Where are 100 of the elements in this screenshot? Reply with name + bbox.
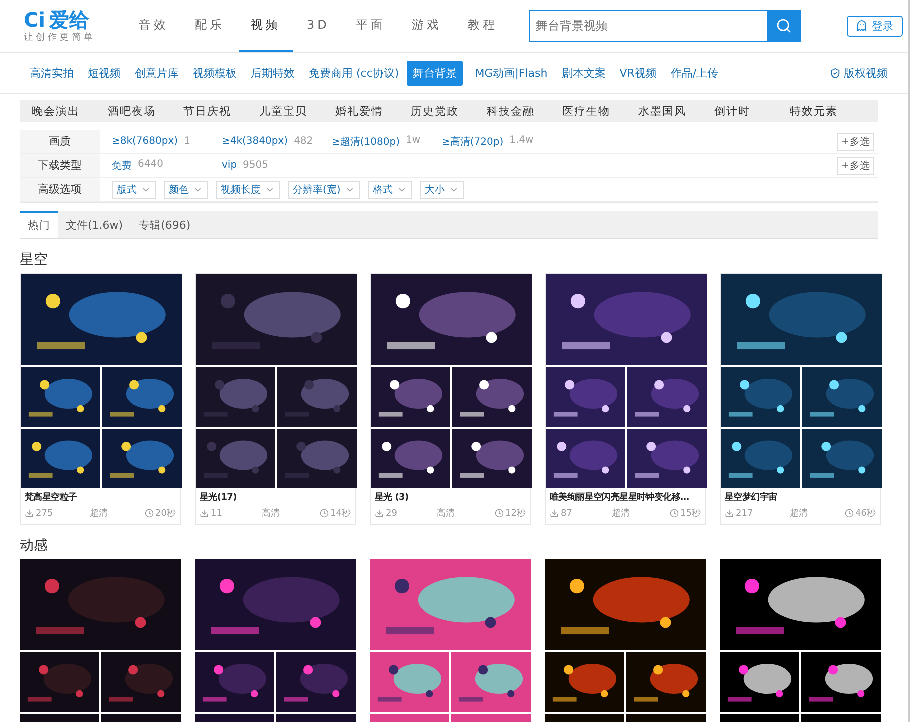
result-tab[interactable]: 文件(1.6w) <box>58 211 132 238</box>
category-link[interactable]: 晚会演出 <box>32 104 108 118</box>
logo-mark[interactable]: Ci <box>24 8 46 30</box>
plus-icon <box>841 161 850 170</box>
card-title: 唯美绚丽星空闪亮星星时钟变化移… <box>549 491 690 504</box>
quality-label: 超清 <box>790 508 808 520</box>
option-count: 1w <box>406 134 421 148</box>
multi-select-button[interactable]: 多选 <box>837 156 874 174</box>
quality-label: 超清 <box>612 508 630 520</box>
download-icon <box>550 509 559 518</box>
category-tab[interactable]: 舞台背景 <box>407 60 464 86</box>
category-link[interactable]: 水墨国风 <box>638 104 714 118</box>
download-count: 87 <box>550 508 572 518</box>
slogan: 让创作更简单 <box>24 32 96 44</box>
duration: 46秒 <box>844 507 876 520</box>
download-icon <box>200 509 209 518</box>
video-card[interactable]: 唯美绚丽星空闪亮星星时钟变化移… 87 超清 15秒 <box>545 273 706 525</box>
download-count: 217 <box>725 508 754 518</box>
clock-icon <box>320 509 329 518</box>
card-title: 星光 (3) <box>374 491 410 504</box>
filter-option[interactable]: ≥超清(1080p) <box>332 134 400 148</box>
ghost-icon <box>856 20 868 32</box>
category-tab[interactable]: MG动画|Flash <box>469 60 554 86</box>
video-card[interactable]: 星空梦幻宇宙 217 超清 46秒 <box>720 273 881 525</box>
quality-label: 超清 <box>90 508 108 520</box>
download-icon <box>25 509 34 518</box>
option-count: 6440 <box>138 158 164 172</box>
duration: 20秒 <box>144 507 176 520</box>
filter-dropdown[interactable]: 分辨率(宽) <box>288 180 360 198</box>
category-link[interactable]: 婚礼爱情 <box>335 104 412 118</box>
category-tab[interactable]: 免费商用 (cc协议) <box>303 60 406 86</box>
category-link[interactable]: 节日庆祝 <box>184 104 260 118</box>
search-button[interactable] <box>766 10 801 42</box>
nav-tab[interactable]: 视频 <box>239 0 293 52</box>
filter-option[interactable]: ≥高清(720p) <box>442 134 504 148</box>
clock-icon <box>670 509 679 518</box>
category-tab[interactable]: 创意片库 <box>129 60 185 86</box>
option-count: 1 <box>184 136 190 147</box>
category-tab[interactable]: 高清实拍 <box>24 60 80 86</box>
category-tab[interactable]: 作品/上传 <box>664 60 725 86</box>
multi-select-button[interactable]: 多选 <box>837 132 874 150</box>
nav-tab[interactable]: 平面 <box>344 0 398 52</box>
download-icon <box>725 509 734 518</box>
result-tab[interactable]: 专辑(696) <box>131 211 199 238</box>
card-title: 星光(17) <box>199 491 238 504</box>
quality-label: 高清 <box>262 508 280 520</box>
filter-option[interactable]: ≥8k(7680px) <box>112 136 178 147</box>
category-tab[interactable]: 视频模板 <box>187 60 243 86</box>
plus-icon <box>841 137 850 146</box>
filter-dropdown[interactable]: 颜色 <box>164 180 208 198</box>
category-link[interactable]: 医疗生物 <box>562 104 638 118</box>
video-card[interactable]: 梵高星空粒子 275 超清 20秒 <box>20 273 181 525</box>
nav-tab[interactable]: 音效 <box>127 0 181 52</box>
category-link[interactable]: 儿童宝贝 <box>259 104 336 118</box>
nav-tab[interactable]: 教程 <box>456 0 510 52</box>
download-count: 275 <box>25 508 54 518</box>
duration: 15秒 <box>670 507 701 520</box>
download-count: 11 <box>200 508 222 518</box>
nav-tab[interactable]: 配乐 <box>183 0 237 52</box>
filter-label: 画质 <box>20 130 100 153</box>
duration: 14秒 <box>320 507 351 520</box>
clock-icon <box>844 509 854 518</box>
filter-option[interactable]: vip <box>222 160 238 171</box>
category-tab[interactable]: 后期特效 <box>245 60 301 86</box>
category-link[interactable]: 酒吧夜场 <box>108 104 184 118</box>
filter-dropdown[interactable]: 版式 <box>112 180 156 198</box>
clock-icon <box>494 509 504 518</box>
clock-icon <box>144 509 154 518</box>
result-tab[interactable]: 热门 <box>20 211 58 238</box>
category-tab[interactable]: VR视频 <box>614 60 663 86</box>
category-link[interactable]: 倒计时 <box>714 104 790 118</box>
category-tab[interactable]: 短视频 <box>82 60 127 86</box>
logo-name[interactable]: 爱给 <box>50 8 90 30</box>
nav-tab[interactable]: 游戏 <box>400 0 454 52</box>
filter-option[interactable]: 免费 <box>112 158 132 172</box>
video-card[interactable]: 星光(17) 11 高清 14秒 <box>195 273 356 525</box>
card-title: 星空梦幻宇宙 <box>724 491 778 504</box>
category-tab[interactable]: 剧本文案 <box>556 60 612 86</box>
search-field[interactable]: 舞台背景视频 <box>528 10 767 42</box>
filter-option[interactable]: ≥4k(3840px) <box>222 136 288 147</box>
category-link[interactable]: 科技金融 <box>486 104 563 118</box>
filter-dropdown[interactable]: 大小 <box>420 180 464 198</box>
section-title: 星空 <box>20 251 49 269</box>
filter-label: 下载类型 <box>20 154 100 177</box>
video-card[interactable]: 星光 (3) 29 高清 12秒 <box>370 273 531 525</box>
shield-icon <box>830 68 841 78</box>
search-icon <box>776 18 792 34</box>
nav-tab[interactable]: 3D <box>295 0 342 52</box>
duration: 12秒 <box>494 507 526 520</box>
category-link[interactable]: 特效元素 <box>790 104 866 118</box>
filter-dropdown[interactable]: 格式 <box>368 180 412 198</box>
option-count: 1.4w <box>510 134 534 148</box>
quality-label: 高清 <box>437 508 455 520</box>
login-button[interactable]: 登录 <box>846 16 903 36</box>
copyright-link[interactable]: 版权视频 <box>830 66 888 80</box>
option-count: 9505 <box>243 160 268 171</box>
card-title: 梵高星空粒子 <box>24 491 78 504</box>
filter-dropdown[interactable]: 视频长度 <box>216 180 280 198</box>
section-title: 动感 <box>20 537 49 555</box>
category-link[interactable]: 历史党政 <box>411 104 487 118</box>
